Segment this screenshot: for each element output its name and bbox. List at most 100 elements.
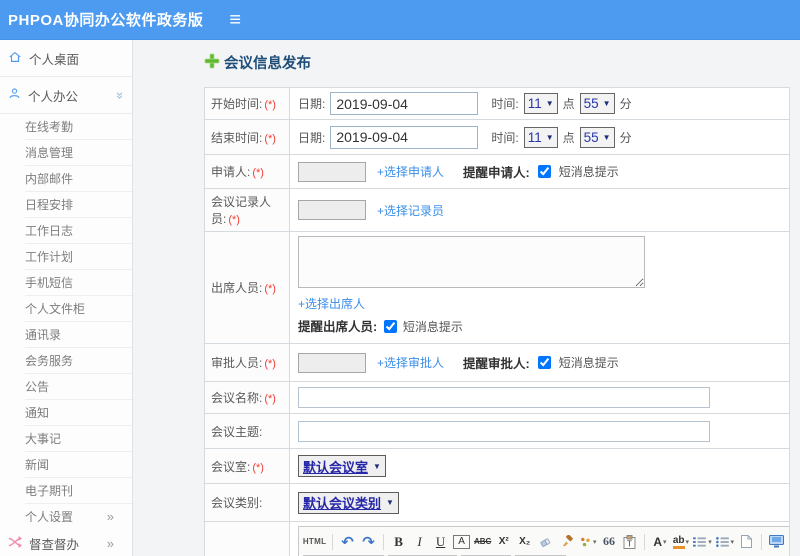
sms-label: 短消息提示: [402, 320, 463, 334]
date-label: 日期:: [298, 97, 326, 111]
sidebar-item-contacts[interactable]: 通讯录: [25, 322, 132, 348]
page-title: 会议信息发布: [204, 52, 796, 73]
end-time-label: 结束时间: (*): [204, 119, 290, 155]
sidebar-item-work-plan[interactable]: 工作计划: [25, 244, 132, 270]
italic-button[interactable]: I: [411, 533, 428, 551]
sidebar-item-news[interactable]: 新闻: [25, 452, 132, 478]
attendees-label: 出席人员: (*): [204, 231, 290, 344]
html-source-button[interactable]: HTML: [303, 533, 326, 551]
meeting-room-select[interactable]: 默认会议室 ▼: [298, 455, 386, 477]
minute-unit-label: 分: [619, 130, 632, 145]
applicant-label: 申请人: (*): [204, 154, 290, 189]
add-icon: [204, 53, 220, 72]
sidebar-item-conference-service[interactable]: 会务服务: [25, 348, 132, 374]
blockquote-icon[interactable]: 66: [600, 533, 617, 551]
approver-input[interactable]: [298, 352, 366, 373]
select-recorder-link[interactable]: +选择记录员: [377, 202, 444, 219]
font-color-icon[interactable]: A ▾: [651, 533, 668, 551]
unordered-list-icon[interactable]: ▾: [715, 533, 734, 551]
meeting-content-label: [204, 521, 290, 556]
font-border-button[interactable]: A: [453, 534, 471, 549]
start-hour-select[interactable]: 11 ▼: [523, 93, 558, 114]
start-minute-select[interactable]: 55 ▼: [579, 93, 615, 114]
sidebar-item-e-journal[interactable]: 电子期刊: [25, 478, 132, 504]
applicant-sms-checkbox[interactable]: [537, 165, 551, 178]
sidebar-item-personal-office[interactable]: 个人办公 »: [0, 77, 132, 114]
applicant-input[interactable]: [298, 161, 366, 182]
superscript-button[interactable]: X²: [495, 533, 512, 551]
chevron-down-icon: ▼: [545, 132, 554, 142]
recorder-input[interactable]: [298, 200, 366, 220]
paste-plain-icon[interactable]: T: [621, 533, 638, 551]
bold-button[interactable]: B: [390, 533, 407, 551]
select-attendees-link[interactable]: +选择出席人: [298, 297, 365, 311]
chevron-down-icon: ▼: [602, 132, 611, 142]
attendees-sms-checkbox[interactable]: [383, 320, 397, 333]
sms-label: 短消息提示: [558, 165, 619, 179]
hour-unit-label: 点: [562, 130, 575, 145]
sidebar-item-internal-mail[interactable]: 内部邮件: [25, 166, 132, 192]
eraser-icon[interactable]: [537, 533, 554, 551]
sidebar-item-announcement[interactable]: 公告: [25, 374, 132, 400]
chevron-right-icon: »: [106, 535, 114, 551]
app-title: PHPOA协同办公软件政务版: [8, 12, 204, 29]
recorder-label: 会议记录人员: (*): [204, 188, 290, 232]
sidebar-item-supervision[interactable]: 督查督办 »: [0, 530, 132, 556]
sidebar-item-schedule[interactable]: 日程安排: [25, 192, 132, 218]
home-icon: [8, 50, 22, 67]
sidebar-item-notice[interactable]: 通知: [25, 400, 132, 426]
sidebar-item-message-management[interactable]: 消息管理: [25, 140, 132, 166]
sidebar-item-online-attendance[interactable]: 在线考勤: [25, 114, 132, 140]
ordered-list-icon[interactable]: ▾: [693, 533, 712, 551]
fullscreen-icon[interactable]: [768, 533, 785, 551]
chevron-down-icon: ▼: [373, 461, 381, 471]
svg-text:T: T: [628, 539, 633, 548]
sidebar-item-personal-file-cabinet[interactable]: 个人文件柜: [25, 296, 132, 322]
format-brush-icon[interactable]: [558, 533, 575, 551]
autotypeset-icon[interactable]: ▾: [579, 533, 596, 551]
attendees-textarea[interactable]: [298, 236, 645, 288]
sidebar-item-memorabilia[interactable]: 大事记: [25, 426, 132, 452]
page-title-text: 会议信息发布: [224, 56, 311, 72]
redo-icon[interactable]: ↷: [360, 533, 377, 551]
subscript-button[interactable]: X₂: [516, 533, 533, 551]
sidebar: 个人桌面 个人办公 » 在线考勤 消息管理 内部邮件 日程安排 工作日志 工作计…: [0, 40, 133, 556]
underline-button[interactable]: U: [432, 533, 449, 551]
date-label: 日期:: [298, 130, 326, 145]
sidebar-item-mobile-sms[interactable]: 手机短信: [25, 270, 132, 296]
sidebar-item-label: 个人办公: [28, 89, 79, 104]
meeting-subject-input[interactable]: [298, 420, 710, 442]
remind-applicant-label: 提醒申请人:: [463, 166, 530, 180]
select-applicant-link[interactable]: +选择申请人: [377, 163, 444, 180]
meeting-category-label: 会议类别:: [204, 483, 290, 522]
chevron-down-icon: ▼: [386, 498, 394, 507]
select-approver-link[interactable]: +选择审批人: [377, 354, 444, 371]
new-page-icon[interactable]: [738, 533, 755, 551]
sidebar-item-label: 个人桌面: [29, 52, 80, 67]
meeting-form: 开始时间:(*) 日期: 时间: 11▼ 点 55▼ 分 结束时间:(*): [204, 87, 790, 556]
hamburger-menu-icon[interactable]: ≡: [229, 10, 241, 30]
sidebar-item-personal-settings[interactable]: 个人设置 »: [25, 504, 132, 530]
end-date-input[interactable]: [330, 125, 479, 149]
chevron-down-icon: ▼: [545, 99, 554, 108]
highlight-color-icon[interactable]: ab ▾: [672, 533, 689, 551]
meeting-name-input[interactable]: [298, 387, 710, 408]
approver-label: 审批人员: (*): [204, 343, 290, 382]
end-minute-select[interactable]: 55 ▼: [579, 126, 615, 148]
sidebar-item-work-log[interactable]: 工作日志: [25, 218, 132, 244]
hour-unit-label: 点: [562, 97, 575, 111]
end-hour-select[interactable]: 11 ▼: [523, 126, 558, 148]
undo-icon[interactable]: ↶: [339, 533, 356, 551]
strikethrough-button[interactable]: ABC: [474, 533, 491, 551]
meeting-name-label: 会议名称: (*): [204, 381, 290, 414]
approver-sms-checkbox[interactable]: [537, 356, 551, 369]
user-icon: [8, 87, 21, 103]
supervision-icon: [8, 535, 22, 552]
start-date-input[interactable]: [330, 92, 479, 115]
main-content: 会议信息发布 开始时间:(*) 日期: 时间: 11▼ 点 55▼ 分: [133, 40, 800, 556]
meeting-category-select[interactable]: 默认会议类别 ▼: [298, 491, 399, 514]
remind-approver-label: 提醒审批人:: [463, 357, 530, 371]
meeting-subject-label: 会议主题:: [204, 413, 290, 449]
editor-toolbar: HTML ↶ ↷ B I U A ABC X² X₂ ▾ 66 T A ▾ ab…: [298, 526, 790, 556]
sidebar-item-personal-desktop[interactable]: 个人桌面: [0, 40, 132, 77]
